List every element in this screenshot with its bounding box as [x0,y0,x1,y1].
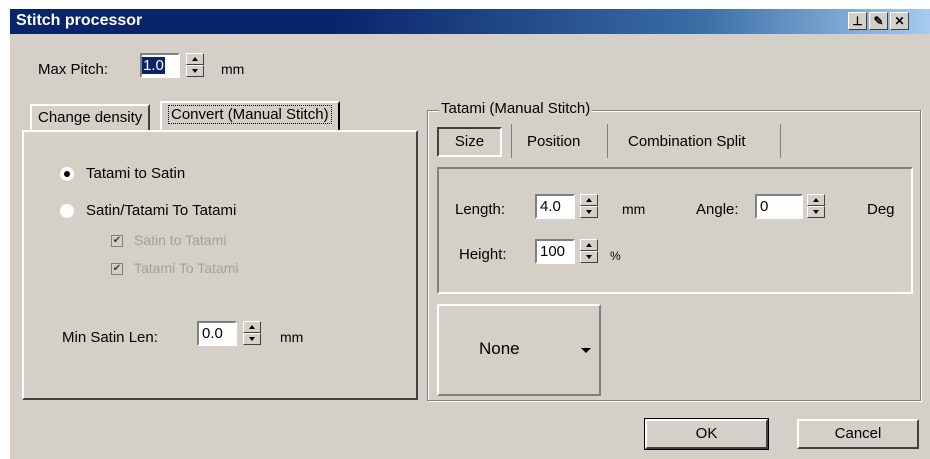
min-satin-len-input[interactable]: 0.0 [197,321,237,346]
pin-icon[interactable]: ⊥ [848,12,867,30]
tab-convert-label: Convert (Manual Stitch) [168,105,332,124]
spin-down-icon[interactable] [580,206,598,218]
spin-down-icon[interactable] [186,65,204,77]
tab-size[interactable]: Size [437,127,502,157]
spin-up-icon[interactable] [186,53,204,65]
checkbox-satin-to-tatami[interactable]: ✔ [111,235,123,247]
ok-button[interactable]: OK [644,418,769,450]
angle-input[interactable]: 0 [755,194,803,219]
spin-up-icon[interactable] [807,194,825,206]
close-icon[interactable]: ✕ [890,12,909,30]
length-label: Length: [455,201,506,218]
tab-divider [607,124,608,158]
checkbox-tatami-to-tatami[interactable]: ✔ [111,263,123,275]
tab-divider [780,124,781,158]
angle-label: Angle: [696,201,739,218]
min-satin-len-unit: mm [280,329,304,345]
length-input[interactable]: 4.0 [535,194,575,219]
tatami-group-label: Tatami (Manual Stitch) [439,100,593,117]
min-satin-len-spinner[interactable] [243,321,261,346]
size-panel [437,167,913,294]
height-label: Height: [459,246,507,263]
height-unit: % [610,249,621,263]
pattern-dropdown-value: None [479,339,520,358]
length-spinner[interactable] [580,194,598,219]
spin-down-icon[interactable] [243,333,261,345]
spin-up-icon[interactable] [580,194,598,206]
max-pitch-value: 1.0 [142,57,165,74]
checkbox-tatami-to-tatami-label: Tatami To Tatami [134,260,239,276]
spin-up-icon[interactable] [243,321,261,333]
spin-down-icon[interactable] [580,251,598,263]
spin-up-icon[interactable] [580,239,598,251]
tab-position[interactable]: Position [527,133,580,150]
radio-satin-tatami-label: Satin/Tatami To Tatami [86,202,237,219]
max-pitch-input[interactable]: 1.0 [140,53,180,78]
radio-satin-tatami-to-tatami[interactable] [60,204,74,218]
window-title: Stitch processor [16,12,143,29]
spin-down-icon[interactable] [807,206,825,218]
min-satin-len-label: Min Satin Len: [62,329,158,346]
tab-change-density[interactable]: Change density [30,104,151,131]
angle-unit: Deg [867,201,895,218]
title-bar[interactable] [10,9,930,34]
max-pitch-spinner[interactable] [186,53,204,78]
radio-tatami-to-satin-label: Tatami to Satin [86,165,186,182]
max-pitch-label: Max Pitch: [38,61,109,78]
checkbox-satin-to-tatami-label: Satin to Tatami [134,232,227,248]
height-spinner[interactable] [580,239,598,264]
angle-spinner[interactable] [807,194,825,219]
tab-divider [511,124,512,158]
chevron-down-icon [581,348,591,353]
max-pitch-unit: mm [221,61,245,77]
height-input[interactable]: 100 [535,239,575,264]
pattern-dropdown[interactable]: None [437,304,601,396]
length-unit: mm [622,201,646,217]
tab-convert-manual-stitch[interactable]: Convert (Manual Stitch) [160,101,340,131]
cancel-button[interactable]: Cancel [797,419,919,449]
radio-tatami-to-satin[interactable] [60,167,74,181]
edit-icon[interactable]: ✎ [869,12,888,30]
tab-combination-split[interactable]: Combination Split [628,133,746,150]
